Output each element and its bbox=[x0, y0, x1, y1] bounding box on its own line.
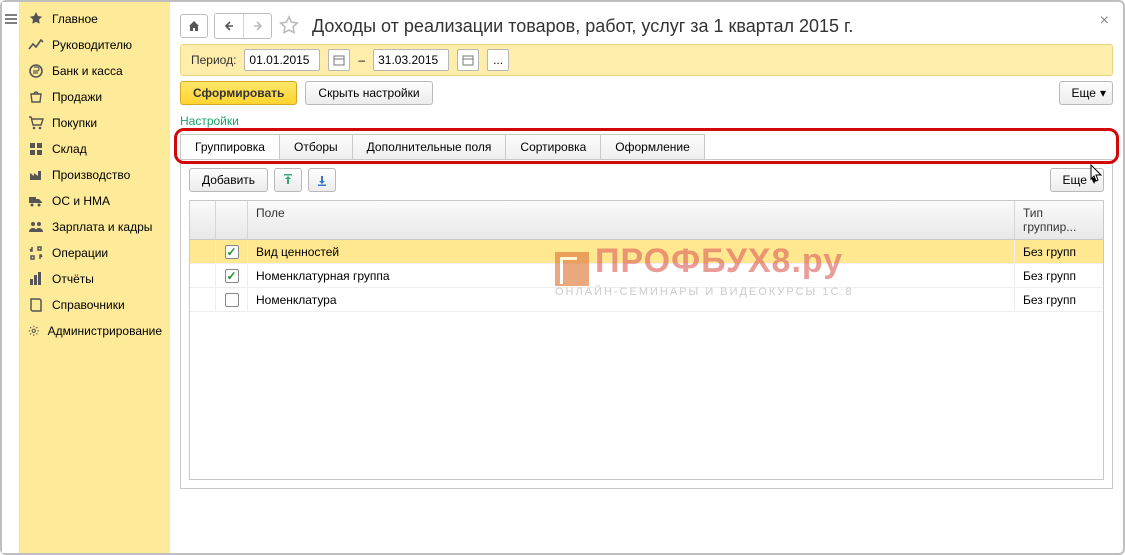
table-row[interactable]: Номенклатура Без групп bbox=[190, 288, 1103, 312]
row-type: Без групп bbox=[1015, 240, 1103, 263]
grouping-table: Поле Тип группир... Вид ценностей Без гр… bbox=[189, 200, 1104, 480]
period-bar: Период: – ... bbox=[180, 44, 1113, 76]
row-field: Номенклатурная группа bbox=[248, 264, 1015, 287]
close-icon[interactable]: × bbox=[1100, 12, 1109, 30]
sidebar-label: Продажи bbox=[52, 90, 102, 104]
period-dash: – bbox=[358, 53, 365, 67]
sidebar-item-refs[interactable]: Справочники bbox=[20, 292, 170, 318]
tab-grouping[interactable]: Группировка bbox=[180, 134, 280, 159]
calendar-from-button[interactable] bbox=[328, 49, 350, 71]
period-picker-button[interactable]: ... bbox=[487, 49, 509, 71]
inner-toolbar: Добавить Еще ▾ bbox=[189, 168, 1104, 192]
row-checkbox[interactable] bbox=[225, 269, 239, 283]
date-from-input[interactable] bbox=[244, 49, 320, 71]
inner-more-button[interactable]: Еще ▾ bbox=[1050, 168, 1104, 192]
page-title: Доходы от реализации товаров, работ, усл… bbox=[312, 16, 853, 37]
boxes-icon bbox=[28, 141, 44, 157]
sidebar-item-hr[interactable]: Зарплата и кадры bbox=[20, 214, 170, 240]
bag-icon bbox=[28, 89, 44, 105]
calendar-to-button[interactable] bbox=[457, 49, 479, 71]
row-checkbox[interactable] bbox=[225, 245, 239, 259]
chevron-down-icon: ▾ bbox=[1091, 173, 1097, 187]
sidebar-label: ОС и НМА bbox=[52, 194, 110, 208]
add-button[interactable]: Добавить bbox=[189, 168, 268, 192]
row-checkbox[interactable] bbox=[225, 293, 239, 307]
table-row[interactable]: Вид ценностей Без групп bbox=[190, 240, 1103, 264]
factory-icon bbox=[28, 167, 44, 183]
generate-button[interactable]: Сформировать bbox=[180, 81, 297, 105]
sidebar-label: Банк и касса bbox=[52, 64, 123, 78]
sidebar: Главное Руководителю Банк и касса Продаж… bbox=[20, 2, 170, 553]
more-button[interactable]: Еще ▾ bbox=[1059, 81, 1113, 105]
sidebar-label: Отчёты bbox=[52, 272, 94, 286]
action-row: Сформировать Скрыть настройки Еще ▾ bbox=[180, 76, 1113, 110]
chart-line-icon bbox=[28, 37, 44, 53]
home-button[interactable] bbox=[180, 14, 208, 38]
sidebar-item-reports[interactable]: Отчёты bbox=[20, 266, 170, 292]
row-type: Без групп bbox=[1015, 288, 1103, 311]
hamburger-icon[interactable] bbox=[4, 12, 18, 26]
row-type: Без групп bbox=[1015, 264, 1103, 287]
tab-sorting[interactable]: Сортировка bbox=[505, 134, 601, 159]
people-icon bbox=[28, 219, 44, 235]
operations-icon bbox=[28, 245, 44, 261]
sidebar-label: Зарплата и кадры bbox=[52, 220, 152, 234]
row-field: Вид ценностей bbox=[248, 240, 1015, 263]
sidebar-label: Покупки bbox=[52, 116, 97, 130]
star-icon bbox=[28, 11, 44, 27]
date-to-input[interactable] bbox=[373, 49, 449, 71]
hide-settings-button[interactable]: Скрыть настройки bbox=[305, 81, 432, 105]
move-up-button[interactable] bbox=[274, 168, 302, 192]
chart-bar-icon bbox=[28, 271, 44, 287]
sidebar-label: Руководителю bbox=[52, 38, 132, 52]
sidebar-label: Администрирование bbox=[48, 324, 162, 338]
period-label: Период: bbox=[191, 53, 236, 67]
chevron-down-icon: ▾ bbox=[1100, 86, 1106, 100]
sidebar-item-main[interactable]: Главное bbox=[20, 6, 170, 32]
sidebar-item-operations[interactable]: Операции bbox=[20, 240, 170, 266]
header-field[interactable]: Поле bbox=[248, 201, 1015, 239]
sidebar-item-bank[interactable]: Банк и касса bbox=[20, 58, 170, 84]
sidebar-label: Склад bbox=[52, 142, 87, 156]
sidebar-label: Главное bbox=[52, 12, 98, 26]
sidebar-item-manager[interactable]: Руководителю bbox=[20, 32, 170, 58]
cart-icon bbox=[28, 115, 44, 131]
tabs-highlight: Группировка Отборы Дополнительные поля С… bbox=[180, 134, 1113, 159]
book-icon bbox=[28, 297, 44, 313]
tab-filters[interactable]: Отборы bbox=[279, 134, 353, 159]
row-field: Номенклатура bbox=[248, 288, 1015, 311]
forward-button[interactable] bbox=[243, 14, 271, 38]
sidebar-item-warehouse[interactable]: Склад bbox=[20, 136, 170, 162]
gear-icon bbox=[28, 323, 40, 339]
sidebar-label: Операции bbox=[52, 246, 108, 260]
sidebar-item-sales[interactable]: Продажи bbox=[20, 84, 170, 110]
header: Доходы от реализации товаров, работ, усл… bbox=[180, 8, 1113, 44]
more-label: Еще bbox=[1063, 173, 1087, 187]
star-outline-icon[interactable] bbox=[278, 15, 300, 37]
tab-appearance[interactable]: Оформление bbox=[600, 134, 704, 159]
tab-fields[interactable]: Дополнительные поля bbox=[352, 134, 507, 159]
back-button[interactable] bbox=[215, 14, 243, 38]
sidebar-item-assets[interactable]: ОС и НМА bbox=[20, 188, 170, 214]
header-type[interactable]: Тип группир... bbox=[1015, 201, 1103, 239]
main-area: × Доходы от реализации товаров, работ, у… bbox=[170, 2, 1123, 553]
sidebar-label: Производство bbox=[52, 168, 130, 182]
settings-heading: Настройки bbox=[180, 110, 1113, 134]
truck-icon bbox=[28, 193, 44, 209]
left-rail bbox=[2, 2, 20, 553]
sidebar-item-admin[interactable]: Администрирование bbox=[20, 318, 170, 344]
table-row[interactable]: Номенклатурная группа Без групп bbox=[190, 264, 1103, 288]
sidebar-item-production[interactable]: Производство bbox=[20, 162, 170, 188]
table-header: Поле Тип группир... bbox=[190, 201, 1103, 240]
ruble-icon bbox=[28, 63, 44, 79]
sidebar-label: Справочники bbox=[52, 298, 125, 312]
move-down-button[interactable] bbox=[308, 168, 336, 192]
sidebar-item-purchases[interactable]: Покупки bbox=[20, 110, 170, 136]
settings-panel: Добавить Еще ▾ Поле Тип группир... bbox=[180, 159, 1113, 489]
more-label: Еще bbox=[1072, 86, 1096, 100]
tabs: Группировка Отборы Дополнительные поля С… bbox=[180, 134, 1113, 159]
